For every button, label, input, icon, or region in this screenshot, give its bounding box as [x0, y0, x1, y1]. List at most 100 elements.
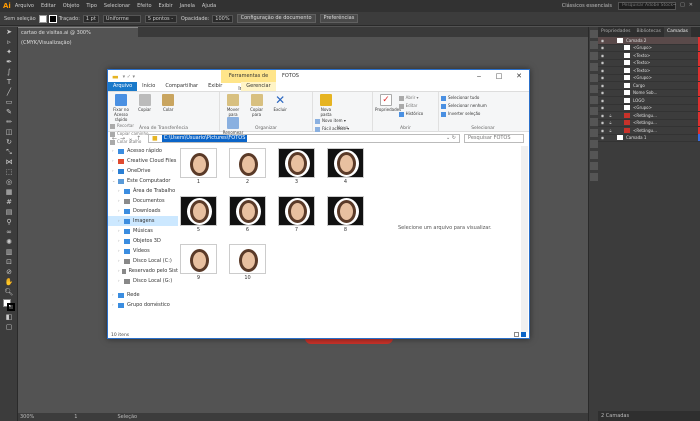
eye-icon[interactable]: ◉ — [598, 75, 607, 80]
character-panel-icon[interactable] — [590, 162, 598, 170]
history-button[interactable]: Histórico — [398, 110, 423, 118]
layer-row[interactable]: ◉ <Texto> — [598, 66, 700, 75]
variable-width-dropdown[interactable]: Uniforme — [102, 14, 141, 23]
curvature-tool-icon[interactable]: ∫ — [2, 68, 16, 77]
swatches-panel-icon[interactable] — [590, 41, 598, 49]
address-path[interactable]: C:\Users\Usuario\Pictures\FOTOS — [161, 134, 248, 142]
eye-icon[interactable]: ◉ — [598, 60, 607, 65]
ribbon-tab-compartilhar[interactable]: Compartilhar — [160, 82, 203, 91]
nav-item-quick-access[interactable]: › Acesso rápido — [108, 146, 178, 156]
copy-to-button[interactable]: Copiar para — [246, 94, 268, 117]
menu-arquivo[interactable]: Arquivo — [15, 3, 34, 9]
zoom-tool-icon[interactable]: 🔍︎ — [2, 288, 16, 297]
lock-icon[interactable]: 🔒︎ — [607, 120, 614, 125]
menu-efeito[interactable]: Efeito — [137, 3, 151, 9]
paragraph-panel-icon[interactable] — [590, 173, 598, 181]
screen-mode-icon[interactable]: ▢ — [2, 323, 16, 332]
nav-item-desktop[interactable]: › Área de Trabalho — [108, 186, 178, 196]
eye-icon[interactable]: ◉ — [598, 135, 607, 140]
rectangle-tool-icon[interactable]: ▭ — [2, 98, 16, 107]
nav-buttons[interactable]: ←→⌄↑ — [108, 135, 148, 142]
edit-button[interactable]: Editar — [398, 102, 424, 110]
hand-tool-icon[interactable]: ✋ — [2, 278, 16, 287]
menu-janela[interactable]: Janela — [180, 3, 195, 9]
layer-row[interactable]: ◉ Camada 2 — [598, 36, 700, 45]
layer-row[interactable]: ◉ 🔒︎ <Retângu... — [598, 126, 700, 135]
brush-dropdown[interactable]: 5 pontos - — [144, 14, 177, 23]
layer-row[interactable]: ◉ <Grupo> — [598, 74, 700, 82]
nav-item-drive-c[interactable]: › Disco Local (C:) — [108, 256, 178, 266]
pin-quick-access-button[interactable]: Fixar no Acesso rápido — [110, 94, 132, 122]
width-tool-icon[interactable]: ⋈ — [2, 158, 16, 167]
quick-access-toolbar[interactable]: ▾ ✓ ▾ — [123, 74, 135, 80]
nav-item-creative-cloud[interactable]: › Creative Cloud Files — [108, 156, 178, 166]
layer-row[interactable]: ◉ LOGO — [598, 96, 700, 105]
refresh-icon[interactable]: ⌄ ↻ — [446, 135, 456, 141]
layer-row[interactable]: ◉ <Grupo> — [598, 104, 700, 112]
zoom-level[interactable]: 300% — [20, 414, 34, 420]
document-tab[interactable]: cartao de visitas.ai @ 300% (CMYK/Visual… — [18, 27, 138, 46]
pen-tool-icon[interactable]: ✒ — [2, 58, 16, 67]
layer-row[interactable]: ◉ Cargo — [598, 81, 700, 90]
layer-row[interactable]: ◉ <Texto> — [598, 59, 700, 67]
slice-tool-icon[interactable]: ⊘ — [2, 268, 16, 277]
document-setup-button[interactable]: Configuração de documento — [236, 14, 316, 23]
close-icon[interactable]: ✕ — [509, 70, 529, 83]
fill-stroke-icon[interactable] — [2, 298, 16, 312]
align-panel-icon[interactable] — [590, 140, 598, 148]
symbols-panel-icon[interactable] — [590, 63, 598, 71]
scale-tool-icon[interactable]: ⤡ — [2, 148, 16, 157]
paste-button[interactable]: Colar — [157, 94, 179, 112]
invert-selection-button[interactable]: Inverter seleção — [441, 110, 525, 118]
column-graph-icon[interactable]: ▥ — [2, 248, 16, 257]
pencil-tool-icon[interactable]: ✏ — [2, 118, 16, 127]
perspective-grid-icon[interactable]: ▦ — [2, 188, 16, 197]
large-icons-view-icon[interactable] — [521, 332, 526, 337]
file-thumbnail[interactable]: 9 — [180, 244, 217, 282]
copy-button[interactable]: Copiar — [134, 94, 156, 112]
eraser-tool-icon[interactable]: ◫ — [2, 128, 16, 137]
stroke-weight-field[interactable]: 1 pt — [82, 14, 99, 23]
menu-ajuda[interactable]: Ajuda — [202, 3, 216, 9]
menu-tipo[interactable]: Tipo — [86, 3, 97, 9]
vertical-scrollbar[interactable] — [521, 146, 528, 332]
nav-item-music[interactable]: › Músicas — [108, 226, 178, 236]
layer-row[interactable]: ◉ Nome Sob... — [598, 89, 700, 97]
select-none-button[interactable]: Selecionar nenhum — [441, 102, 525, 110]
adobe-stock-search[interactable]: Pesquisar Adobe Stock — [618, 2, 676, 10]
details-view-icon[interactable] — [514, 332, 519, 337]
artboard-number[interactable]: 1 — [74, 414, 77, 420]
transform-panel-icon[interactable] — [590, 129, 598, 137]
nav-item-this-pc[interactable]: ⌄ Este Computador — [108, 176, 178, 186]
layer-row[interactable]: ◉ 🔒︎ <Retângu... — [598, 119, 700, 127]
eye-icon[interactable]: ◉ — [598, 113, 607, 118]
stroke-panel-icon[interactable] — [590, 74, 598, 82]
appearance-panel-icon[interactable] — [590, 107, 598, 115]
eye-icon[interactable]: ◉ — [598, 105, 607, 110]
eye-icon[interactable]: ◉ — [598, 38, 607, 43]
file-thumbnail[interactable]: 3 — [278, 148, 315, 186]
nav-item-drive-g[interactable]: › Disco Local (G:) — [108, 276, 178, 286]
tab-properties[interactable]: Propriedades — [598, 27, 633, 37]
eye-icon[interactable]: ◉ — [598, 53, 607, 58]
move-to-button[interactable]: Mover para — [222, 94, 244, 117]
eye-icon[interactable]: ◉ — [598, 98, 607, 103]
gradient-panel-icon[interactable] — [590, 85, 598, 93]
file-thumbnail[interactable]: 6 — [229, 196, 266, 234]
nav-item-reserved[interactable]: › Reservado pelo Sist — [108, 266, 178, 276]
eye-icon[interactable]: ◉ — [598, 45, 607, 50]
shape-builder-icon[interactable]: ◎ — [2, 178, 16, 187]
blend-tool-icon[interactable]: ∞ — [2, 228, 16, 237]
properties-button[interactable]: ✓ Propriedades — [375, 94, 401, 112]
graphic-styles-icon[interactable] — [590, 118, 598, 126]
line-tool-icon[interactable]: ╱ — [2, 88, 16, 97]
ribbon-tab-arquivo[interactable]: Arquivo — [108, 82, 138, 91]
nav-item-videos[interactable]: › Vídeos — [108, 246, 178, 256]
eye-icon[interactable]: ◉ — [598, 128, 607, 133]
layer-row[interactable]: ◉ <Grupo> — [598, 44, 700, 52]
eye-icon[interactable]: ◉ — [598, 83, 607, 88]
ribbon-tab-exibir[interactable]: Exibir — [203, 82, 227, 91]
menu-objeto[interactable]: Objeto — [63, 3, 80, 9]
address-bar[interactable]: ■ C:\Users\Usuario\Pictures\FOTOS ⌄ ↻ — [148, 133, 460, 143]
search-input[interactable]: Pesquisar FOTOS — [464, 133, 524, 143]
